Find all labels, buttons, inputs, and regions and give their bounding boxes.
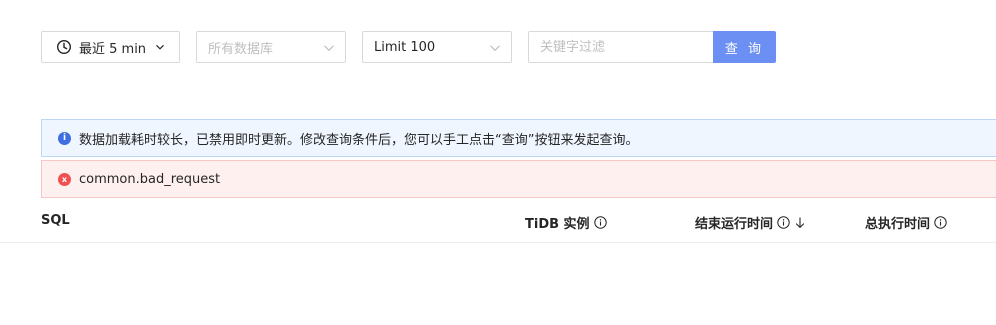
column-header-end-time[interactable]: 结束运行时间 (695, 213, 806, 232)
limit-value: Limit 100 (374, 39, 436, 55)
info-circle-icon: i (58, 131, 71, 145)
clock-icon (56, 39, 72, 55)
column-label: TiDB 实例 (525, 217, 590, 232)
info-circle-icon[interactable] (593, 216, 607, 229)
column-header-tidb-instance[interactable]: TiDB 实例 (525, 213, 607, 232)
column-label: 总执行时间 (865, 217, 931, 232)
info-alert-text: 数据加载耗时较长，已禁用即时更新。修改查询条件后，您可以手工点击“查询”按钮来发… (79, 132, 639, 148)
time-range-value: 最近 5 min (79, 41, 147, 57)
info-circle-icon[interactable] (777, 216, 790, 229)
column-label: 结束运行时间 (695, 217, 774, 232)
column-label: SQL (41, 213, 70, 228)
limit-select[interactable]: Limit 100 (362, 31, 512, 63)
close-circle-icon: x (58, 172, 71, 186)
keyword-filter-input[interactable] (528, 31, 714, 63)
chevron-down-icon (154, 41, 166, 53)
chevron-down-icon (489, 42, 501, 54)
arrow-down-icon[interactable] (794, 216, 806, 229)
column-header-total-time[interactable]: 总执行时间 (865, 213, 947, 232)
info-circle-icon[interactable] (934, 216, 947, 229)
database-placeholder: 所有数据库 (208, 41, 274, 57)
column-header-sql[interactable]: SQL (41, 213, 70, 228)
time-range-select[interactable]: 最近 5 min (41, 31, 180, 63)
slow-query-page: 最近 5 min 所有数据库 Limit 100 查 询 i 数据加载耗时较长，… (0, 0, 996, 325)
info-alert: i 数据加载耗时较长，已禁用即时更新。修改查询条件后，您可以手工点击“查询”按钮… (41, 119, 996, 157)
table-header: SQL TiDB 实例 结束运行时间 总执行时间 (0, 201, 996, 243)
chevron-down-icon (323, 42, 335, 54)
error-alert-text: common.bad_request (79, 171, 221, 187)
error-alert: x common.bad_request (41, 160, 996, 198)
database-select[interactable]: 所有数据库 (196, 31, 346, 63)
search-button[interactable]: 查 询 (713, 31, 776, 63)
